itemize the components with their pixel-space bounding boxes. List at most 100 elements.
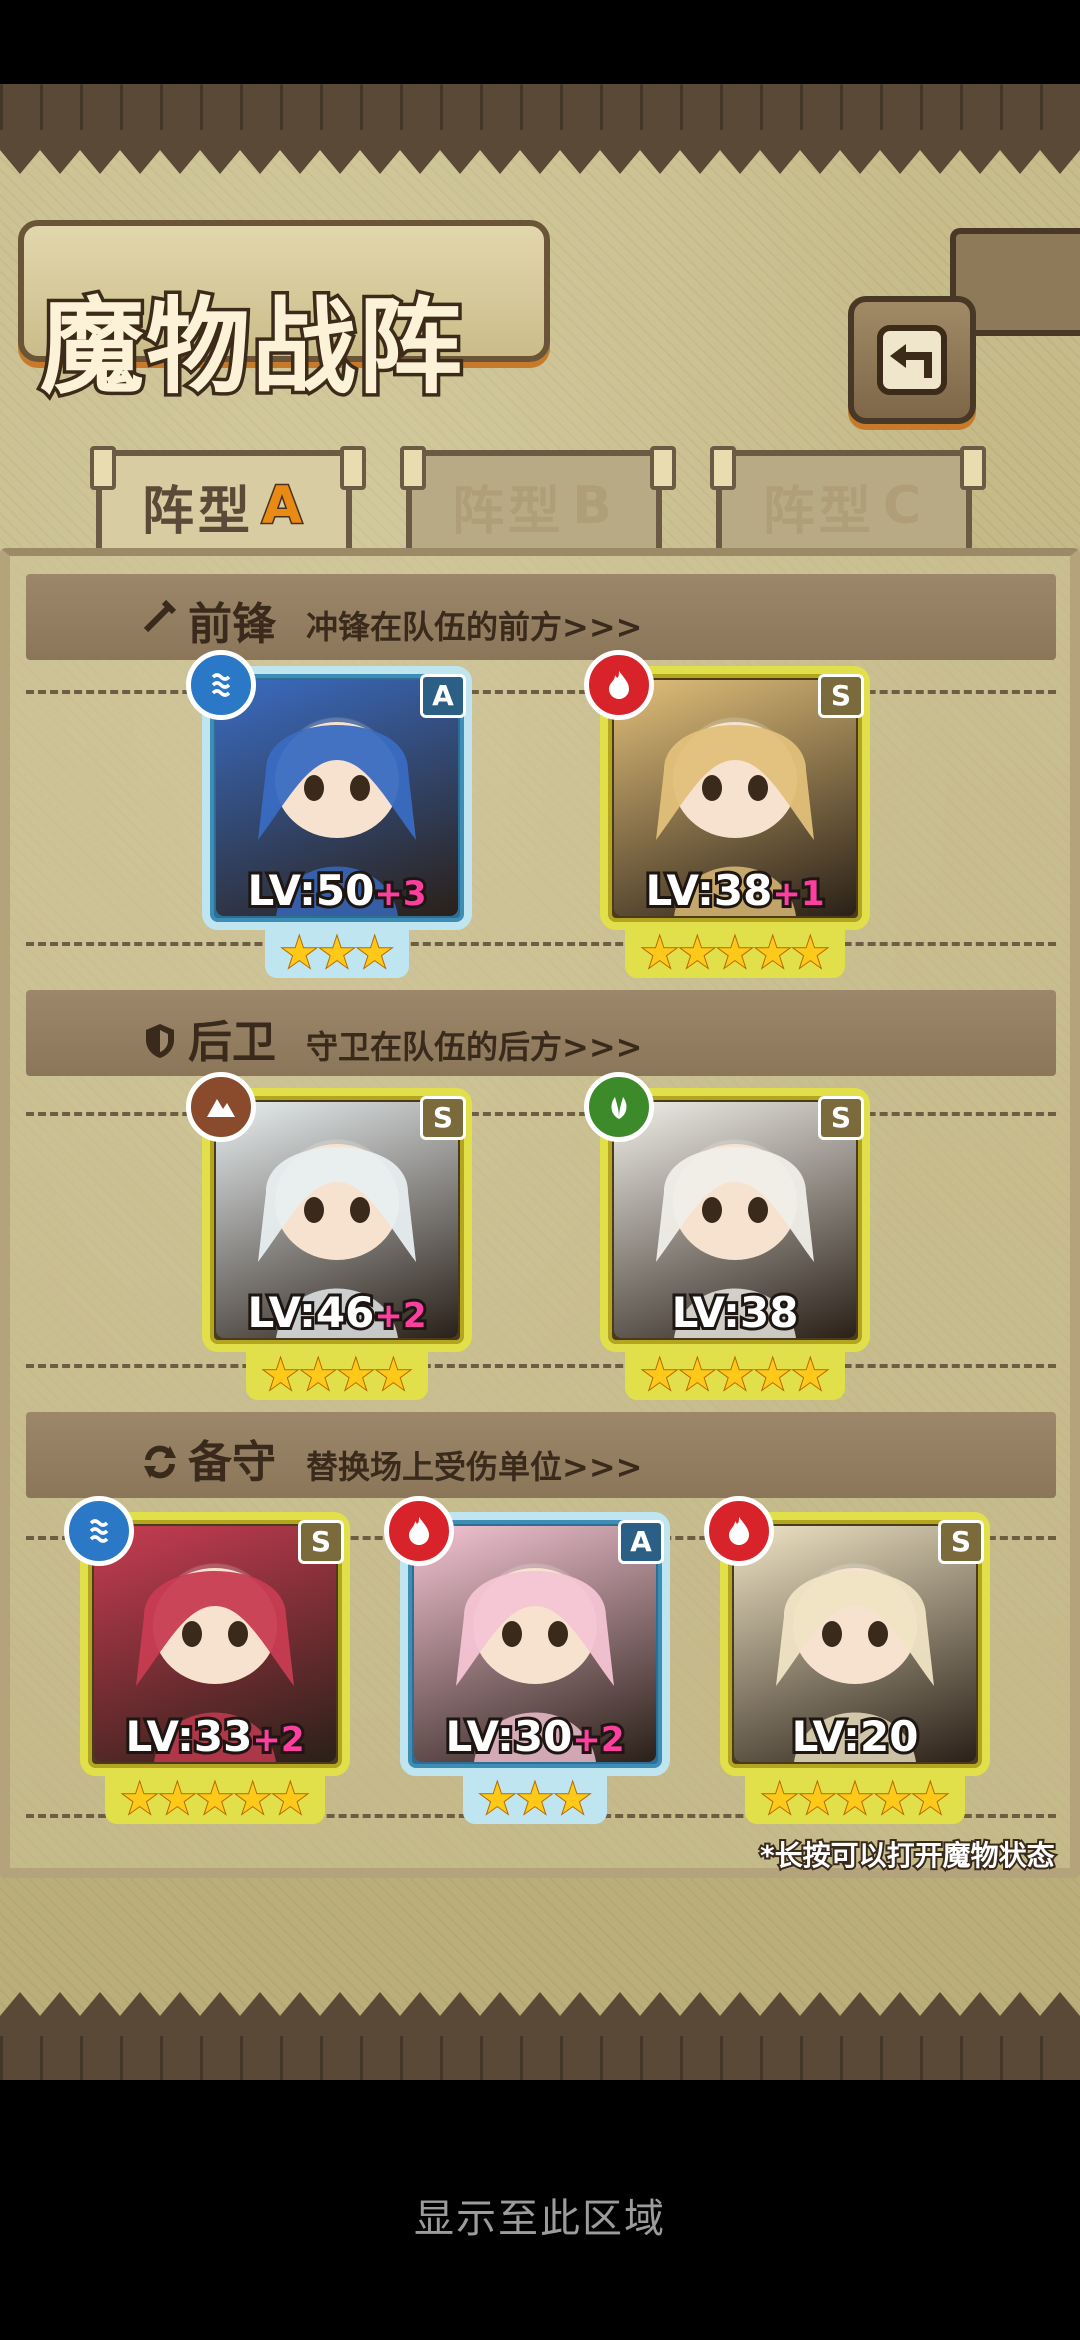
level-bonus: +2 xyxy=(569,1717,627,1763)
star-rating: ★ ★ ★ ★ ★ xyxy=(105,1774,325,1824)
star-icon: ★ xyxy=(298,1350,338,1399)
star-icon: ★ xyxy=(640,1350,680,1399)
section-title-rear: 后卫 xyxy=(188,1017,276,1068)
tab-letter: B xyxy=(572,476,616,536)
tab-formation-a[interactable]: 阵型 A xyxy=(96,450,352,556)
tab-formation-b[interactable]: 阵型 B xyxy=(406,450,662,556)
star-icon: ★ xyxy=(790,1350,830,1399)
star-rating: ★ ★ ★ xyxy=(463,1774,607,1824)
level-bonus: +3 xyxy=(371,871,429,917)
star-icon: ★ xyxy=(835,1774,875,1823)
back-button[interactable] xyxy=(848,296,976,424)
star-rating: ★ ★ ★ ★ ★ xyxy=(745,1774,965,1824)
star-icon: ★ xyxy=(317,928,357,977)
star-icon: ★ xyxy=(553,1774,593,1823)
star-icon: ★ xyxy=(678,928,718,977)
star-icon: ★ xyxy=(753,928,793,977)
star-icon: ★ xyxy=(270,1774,310,1823)
level-bonus: +1 xyxy=(769,871,827,917)
level-label: LV:38+1 xyxy=(600,863,870,918)
star-icon: ★ xyxy=(355,928,395,977)
level-value: LV:20 xyxy=(789,1709,922,1764)
monster-card-rear-2[interactable]: S LV:38 ★ ★ ★ ★ ★ xyxy=(584,1072,870,1400)
level-label: LV:38 xyxy=(600,1285,870,1340)
star-icon: ★ xyxy=(336,1350,376,1399)
tab-post xyxy=(400,446,426,490)
star-icon: ★ xyxy=(715,1350,755,1399)
fire-element-icon xyxy=(384,1496,454,1566)
level-label: LV:33+2 xyxy=(80,1709,350,1764)
monster-card-front-2[interactable]: S LV:38+1 ★ ★ ★ ★ ★ xyxy=(584,650,870,978)
level-value: LV:50 xyxy=(245,863,378,918)
sword-icon xyxy=(143,599,177,633)
star-icon: ★ xyxy=(158,1774,198,1823)
fire-element-icon xyxy=(584,650,654,720)
star-icon: ★ xyxy=(715,928,755,977)
star-icon: ★ xyxy=(261,1350,301,1399)
tab-formation-c[interactable]: 阵型 C xyxy=(716,450,972,556)
level-value: LV:33 xyxy=(123,1709,256,1764)
water-element-icon xyxy=(64,1496,134,1566)
level-label: LV:20 xyxy=(720,1709,990,1764)
star-icon: ★ xyxy=(910,1774,950,1823)
monster-card-rear-1[interactable]: S LV:46+2 ★ ★ ★ ★ xyxy=(186,1072,472,1400)
star-icon: ★ xyxy=(233,1774,273,1823)
tab-post xyxy=(340,446,366,490)
star-icon: ★ xyxy=(790,928,830,977)
monster-card-reserve-1[interactable]: S LV:33+2 ★ ★ ★ ★ ★ xyxy=(64,1496,350,1824)
rank-badge: S xyxy=(298,1520,344,1564)
water-element-icon xyxy=(186,650,256,720)
star-rating: ★ ★ ★ xyxy=(265,928,409,978)
level-label: LV:30+2 xyxy=(400,1709,670,1764)
earth-element-icon xyxy=(186,1072,256,1142)
nature-element-icon xyxy=(584,1072,654,1142)
long-press-hint: *长按可以打开魔物状态 xyxy=(758,1837,1057,1874)
star-rating: ★ ★ ★ ★ ★ xyxy=(625,928,845,978)
top-zigzag-border xyxy=(0,130,1080,174)
tab-label: 阵型 xyxy=(762,481,875,542)
page-title: 魔物战阵 xyxy=(36,285,465,408)
section-subtitle-rear: 守卫在队伍的后方>>> xyxy=(306,1028,643,1066)
tab-letter: A xyxy=(260,475,307,538)
fire-element-icon xyxy=(704,1496,774,1566)
star-rating: ★ ★ ★ ★ xyxy=(246,1350,428,1400)
tab-post xyxy=(90,446,116,490)
tab-post xyxy=(650,446,676,490)
divider xyxy=(26,690,1056,694)
level-bonus: +2 xyxy=(371,1293,429,1339)
swap-icon xyxy=(144,1445,176,1479)
star-icon: ★ xyxy=(195,1774,235,1823)
top-frame-band xyxy=(0,84,1080,130)
star-icon: ★ xyxy=(640,928,680,977)
star-icon: ★ xyxy=(753,1350,793,1399)
shield-icon xyxy=(146,1024,174,1058)
tab-post xyxy=(710,446,736,490)
section-title-front: 前锋 xyxy=(188,599,276,650)
star-icon: ★ xyxy=(760,1774,800,1823)
rank-badge: A xyxy=(618,1520,664,1564)
tab-label: 阵型 xyxy=(141,481,254,542)
tab-letter: C xyxy=(882,476,926,536)
status-bar-area xyxy=(0,0,1080,84)
section-subtitle-front: 冲锋在队伍的前方>>> xyxy=(306,608,643,646)
bottom-zigzag-border xyxy=(0,1992,1080,2036)
rank-badge: S xyxy=(818,1096,864,1140)
rank-badge: S xyxy=(938,1520,984,1564)
monster-card-front-1[interactable]: A LV:50+3 ★ ★ ★ xyxy=(186,650,472,978)
level-value: LV:38 xyxy=(669,1285,802,1340)
tab-post xyxy=(960,446,986,490)
rank-badge: A xyxy=(420,674,466,718)
divider xyxy=(26,1112,1056,1116)
section-subtitle-reserve: 替换场上受伤单位>>> xyxy=(306,1448,643,1486)
star-icon: ★ xyxy=(798,1774,838,1823)
level-bonus: +2 xyxy=(249,1717,307,1763)
star-icon: ★ xyxy=(873,1774,913,1823)
game-screen: 魔物战阵 阵型 A 阵型 B 阵型 C 前锋 冲锋在队伍的前方>>> 后卫 守卫在队伍… xyxy=(0,0,1080,2340)
monster-card-reserve-3[interactable]: S LV:20 ★ ★ ★ ★ ★ xyxy=(704,1496,990,1824)
level-value: LV:38 xyxy=(643,863,776,918)
level-label: LV:46+2 xyxy=(202,1285,472,1340)
star-icon: ★ xyxy=(678,1350,718,1399)
monster-card-reserve-2[interactable]: A LV:30+2 ★ ★ ★ xyxy=(384,1496,670,1824)
level-label: LV:50+3 xyxy=(202,863,472,918)
star-icon: ★ xyxy=(515,1774,555,1823)
